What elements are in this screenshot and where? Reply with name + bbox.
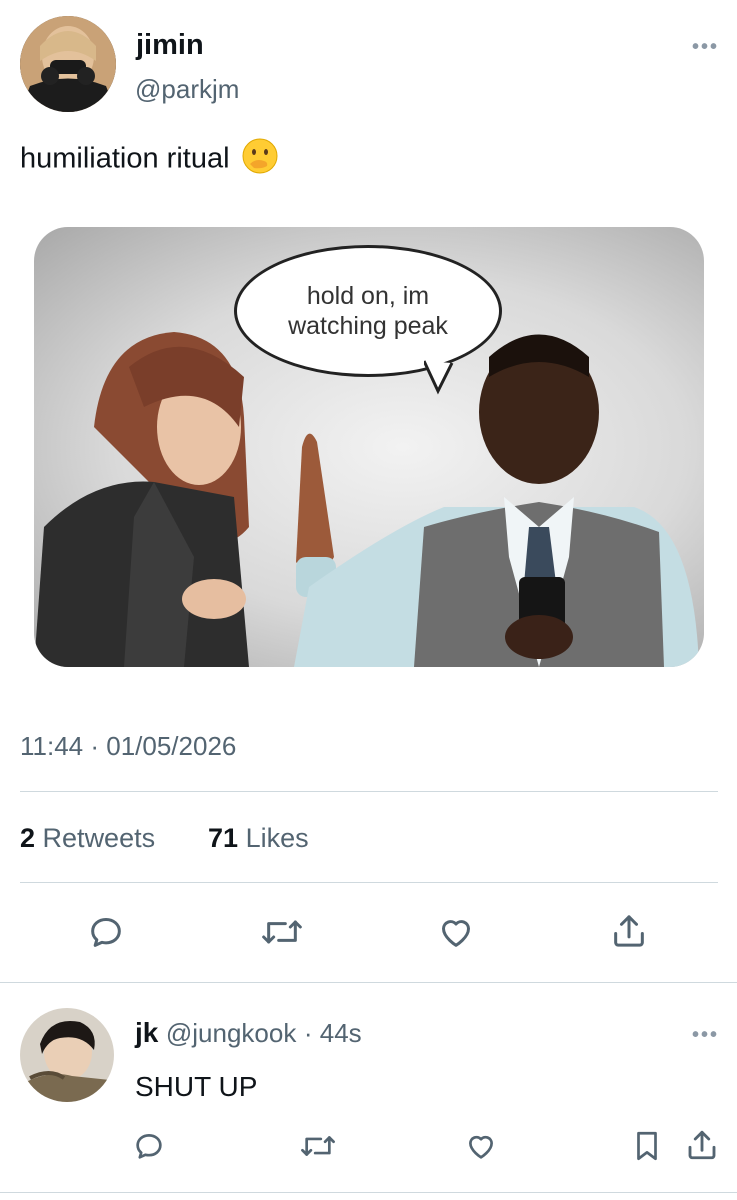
speech-bubble: hold on, im watching peak — [234, 245, 502, 377]
more-icon[interactable]: ••• — [692, 36, 719, 59]
tweet-image[interactable]: hold on, im watching peak — [34, 227, 704, 667]
reply-time[interactable]: · 44s — [304, 1018, 362, 1048]
reply-header: jk @jungkook · 44s — [135, 1017, 362, 1049]
reply-more-icon[interactable]: ••• — [692, 1024, 719, 1047]
reply-share-icon[interactable] — [684, 1126, 720, 1164]
retweets-label: Retweets — [42, 823, 156, 853]
reply-icon[interactable] — [86, 912, 126, 952]
tweet-text-line: humiliation ritual — [20, 138, 278, 182]
likes-stat[interactable]: 71 Likes — [208, 823, 309, 854]
reply-avatar-photo — [20, 1008, 114, 1102]
reply-retweet-icon[interactable] — [298, 1129, 338, 1163]
bookmark-icon[interactable] — [630, 1128, 664, 1164]
author-handle[interactable]: @parkjm — [135, 74, 239, 105]
retweets-count: 2 — [20, 823, 36, 853]
author-avatar[interactable] — [20, 16, 116, 112]
tweet-text: humiliation ritual — [20, 142, 230, 175]
speech-bubble-text: hold on, im watching peak — [288, 282, 448, 340]
retweets-stat[interactable]: 2 Retweets — [20, 823, 155, 854]
reply-author-handle[interactable]: @jungkook — [166, 1018, 296, 1048]
face-with-hand-over-mouth-emoji — [242, 138, 278, 182]
divider — [20, 791, 718, 792]
reply-author-avatar[interactable] — [20, 1008, 114, 1102]
heart-icon[interactable] — [436, 912, 476, 952]
likes-count: 71 — [208, 823, 239, 853]
avatar-photo — [20, 16, 116, 112]
reply-author-name[interactable]: jk — [135, 1017, 158, 1048]
reply-heart-icon[interactable] — [464, 1129, 498, 1163]
tweet-timestamp[interactable]: 11:44 · 01/05/2026 — [20, 731, 236, 762]
reply-reply-icon[interactable] — [132, 1129, 166, 1163]
reply-text: SHUT UP — [135, 1071, 258, 1102]
divider — [0, 1192, 737, 1193]
divider — [20, 882, 718, 883]
divider — [0, 982, 737, 983]
speech-bubble-tail — [424, 360, 454, 395]
author-name[interactable]: jimin — [136, 29, 204, 62]
share-icon[interactable] — [609, 910, 649, 952]
likes-label: Likes — [245, 823, 309, 853]
retweet-icon[interactable] — [258, 912, 306, 952]
